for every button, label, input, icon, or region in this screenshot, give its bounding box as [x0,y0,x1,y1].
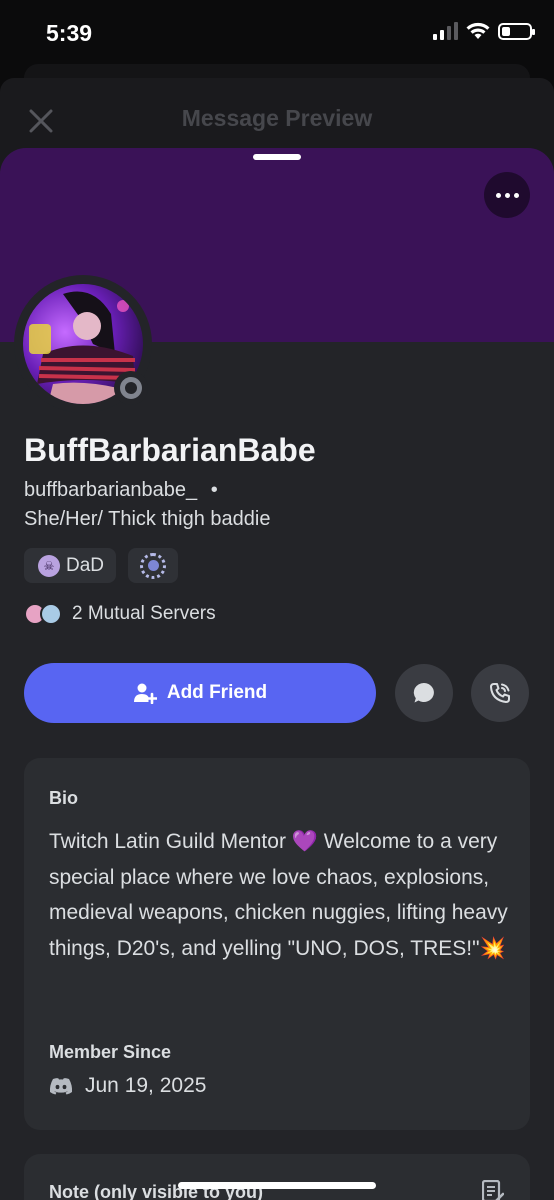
discord-logo-icon [49,1078,73,1095]
more-options-button[interactable] [484,172,530,218]
add-user-icon [133,683,157,704]
separator-dot: • [210,479,218,501]
status-time: 5:39 [46,20,93,46]
guild-tag-badge[interactable]: ☠ DaD [24,548,117,583]
offline-status-indicator [114,371,148,405]
member-since-date: Jun 19, 2025 [85,1074,207,1097]
note-card[interactable]: Note (only visible to you) [24,1154,530,1200]
chat-bubble-icon [413,682,434,703]
add-friend-label: Add Friend [166,682,268,703]
member-since-row: Jun 19, 2025 [49,1074,206,1098]
guild-tag-label: DaD [66,554,105,576]
wifi-icon [466,22,490,39]
skull-icon: ☠ [38,554,60,577]
battery-icon [498,22,535,40]
display-name: BuffBarbarianBabe [24,432,316,468]
voice-call-button[interactable] [471,664,529,722]
message-button[interactable] [395,664,453,722]
mutual-servers-label: 2 Mutual Servers [72,603,216,624]
server-icon [40,603,62,625]
status-icons [433,22,535,40]
profile-sheet: BuffBarbarianBabe buffbarbarianbabe_ • S… [0,148,554,1200]
phone-call-icon [490,683,510,703]
username[interactable]: buffbarbarianbabe_ [24,479,197,501]
bio-text: Twitch Latin Guild Mentor 💜 Welcome to a… [49,830,508,960]
header-title: Message Preview [181,105,373,131]
status-bar: 5:39 [0,0,554,66]
laurel-badge[interactable] [128,548,179,583]
bio-card: Bio Twitch Latin Guild Mentor 💜 Welcome … [24,758,530,1130]
sheet-grabber[interactable] [253,154,301,160]
bio-heading: Bio [49,788,78,808]
username-line: buffbarbarianbabe_ • [24,479,218,502]
badge-row: ☠ DaD [24,548,179,583]
laurel-badge-icon [140,552,167,579]
home-indicator[interactable] [178,1182,376,1189]
pronouns: She/Her/ Thick thigh baddie [24,508,271,530]
add-friend-button[interactable]: Add Friend [24,663,376,723]
mutual-server-icons [24,603,62,625]
avatar-container[interactable] [14,275,152,413]
battery-level [502,26,510,36]
note-edit-icon[interactable] [482,1180,504,1200]
member-since-heading: Member Since [49,1042,172,1062]
mutual-servers[interactable]: 2 Mutual Servers [24,603,216,625]
cellular-signal-icon [433,22,458,40]
